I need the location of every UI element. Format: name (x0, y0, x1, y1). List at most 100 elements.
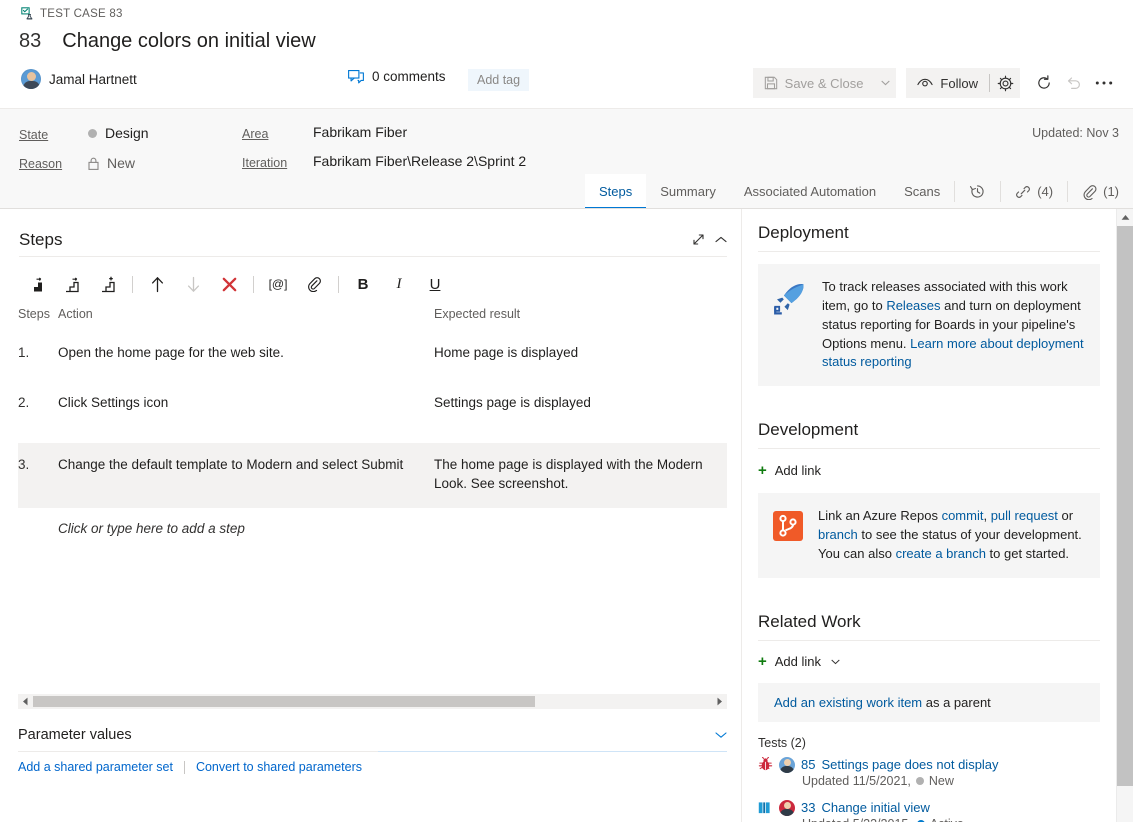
add-step-placeholder[interactable]: Click or type here to add a step (58, 521, 245, 536)
parameter-actions: Add a shared parameter set Convert to sh… (18, 760, 362, 774)
save-close-label: Save & Close (785, 76, 864, 91)
insert-step-after-icon[interactable] (90, 269, 126, 299)
steps-grid-header: Steps Action Expected result (18, 307, 727, 333)
chevron-down-icon[interactable] (874, 68, 896, 98)
table-row[interactable]: 3. Change the default template to Modern… (18, 443, 727, 507)
pull-request-link[interactable]: pull request (991, 508, 1058, 523)
assignee[interactable]: Jamal Hartnett (21, 69, 137, 89)
scroll-up-icon[interactable] (1117, 209, 1133, 226)
follow-button[interactable]: Follow (906, 68, 989, 98)
link-item-updated: Updated 5/22/2015, (802, 817, 912, 822)
add-existing-work-item-link[interactable]: Add an existing work item (774, 695, 922, 710)
area-label: Area (242, 127, 268, 141)
add-shared-parameter-set-link[interactable]: Add a shared parameter set (18, 760, 173, 774)
avatar (779, 800, 795, 816)
chevron-up-icon[interactable] (715, 236, 727, 244)
save-close-button[interactable]: Save & Close (753, 68, 875, 98)
steps-toolbar: [@] B I U (18, 267, 727, 301)
move-up-icon[interactable] (139, 269, 175, 299)
development-add-link-button[interactable]: + Add link (758, 459, 1100, 481)
lock-icon (88, 157, 99, 170)
scroll-left-icon[interactable] (18, 694, 33, 709)
column-header-steps: Steps (18, 307, 58, 321)
scroll-right-icon[interactable] (712, 694, 727, 709)
gear-icon[interactable] (990, 68, 1020, 98)
details-vertical-scrollbar[interactable] (1116, 209, 1133, 822)
add-step-row[interactable]: Click or type here to add a step (18, 508, 727, 536)
tab-steps[interactable]: Steps (585, 174, 646, 209)
related-work-section-title: Related Work (758, 598, 1100, 641)
toolbar-divider (253, 276, 254, 293)
link-item-title[interactable]: Settings page does not display (821, 757, 998, 772)
step-action[interactable]: Open the home page for the web site. (58, 344, 434, 362)
list-item[interactable]: 85 Settings page does not display Update… (758, 754, 1100, 793)
plus-icon: + (758, 654, 767, 669)
follow-settings-group: Follow (906, 68, 1020, 98)
parameter-values-header: Parameter values (18, 720, 727, 750)
scroll-track[interactable] (33, 694, 712, 709)
fields-strip: State Design Reason New Area Fabrikam Fi… (0, 108, 1133, 174)
step-action[interactable]: Click Settings icon (58, 394, 434, 412)
ellipsis-icon[interactable] (1089, 68, 1119, 98)
move-down-icon[interactable] (175, 269, 211, 299)
delete-icon[interactable] (211, 269, 247, 299)
mention-icon[interactable]: [@] (260, 269, 296, 299)
details-pane-content: Deployment To track releases a (742, 209, 1116, 822)
link-item-id: 33 (801, 800, 815, 815)
main-content: Steps (0, 209, 1133, 822)
underline-icon[interactable]: U (417, 269, 453, 299)
tab-links[interactable]: (4) (1001, 174, 1067, 209)
page-title[interactable]: Change colors on initial view (62, 30, 315, 53)
related-work-add-link-button[interactable]: + Add link (758, 651, 1100, 673)
step-action[interactable]: Change the default template to Modern an… (58, 456, 434, 492)
attachment-icon[interactable] (296, 269, 332, 299)
bold-icon[interactable]: B (345, 269, 381, 299)
step-expected[interactable]: Home page is displayed (434, 344, 727, 362)
insert-shared-step-icon[interactable] (54, 269, 90, 299)
steps-horizontal-scrollbar[interactable] (18, 694, 727, 709)
comments-button[interactable]: 0 comments (348, 69, 446, 84)
scroll-thumb[interactable] (33, 696, 535, 707)
link-item-subtitle: Updated 11/5/2021, New (802, 774, 1100, 788)
undo-icon[interactable] (1059, 68, 1089, 98)
list-item[interactable]: 33 Change initial view Updated 5/22/2015… (758, 793, 1100, 822)
link-group-title: Tests (2) (758, 736, 1100, 750)
tab-summary[interactable]: Summary (646, 174, 730, 209)
column-header-action: Action (58, 307, 434, 321)
iteration-value[interactable]: Fabrikam Fiber\Release 2\Sprint 2 (313, 153, 526, 169)
scroll-thumb[interactable] (1117, 226, 1133, 786)
branch-link[interactable]: branch (818, 527, 858, 542)
tab-attachments[interactable]: (1) (1068, 174, 1133, 209)
italic-icon[interactable]: I (381, 269, 417, 299)
commit-link[interactable]: commit (942, 508, 984, 523)
deployment-info-text: To track releases associated with this w… (822, 278, 1084, 372)
step-number: 1. (18, 344, 58, 362)
avatar (21, 69, 41, 89)
releases-link[interactable]: Releases (886, 298, 940, 313)
eye-icon (917, 78, 933, 89)
work-item-type: TEST CASE 83 (21, 7, 123, 20)
step-expected[interactable]: The home page is displayed with the Mode… (434, 456, 727, 492)
link-icon (1015, 184, 1031, 200)
refresh-icon[interactable] (1029, 68, 1059, 98)
plus-icon: + (758, 463, 767, 478)
tab-associated-automation[interactable]: Associated Automation (730, 174, 890, 209)
tab-history[interactable] (955, 174, 1000, 209)
expand-icon[interactable] (692, 233, 705, 246)
development-info-text: Link an Azure Repos commit, pull request… (818, 507, 1084, 564)
table-row[interactable]: 1. Open the home page for the web site. … (18, 333, 727, 374)
convert-to-shared-parameters-link[interactable]: Convert to shared parameters (196, 760, 362, 774)
step-expected[interactable]: Settings page is displayed (434, 394, 727, 412)
create-branch-link[interactable]: create a branch (896, 546, 986, 561)
state-value[interactable]: Design (88, 125, 149, 141)
area-value[interactable]: Fabrikam Fiber (313, 124, 407, 140)
test-suite-icon (758, 801, 773, 815)
add-tag-button[interactable]: Add tag (468, 69, 529, 91)
work-item-title-row: 83 Change colors on initial view (19, 30, 316, 53)
tab-scans[interactable]: Scans (890, 174, 954, 209)
insert-step-icon[interactable] (18, 269, 54, 299)
table-row[interactable]: 2. Click Settings icon Settings page is … (18, 374, 727, 424)
history-icon (969, 183, 986, 200)
link-item-title[interactable]: Change initial view (821, 800, 929, 815)
chevron-down-icon[interactable] (715, 731, 727, 739)
